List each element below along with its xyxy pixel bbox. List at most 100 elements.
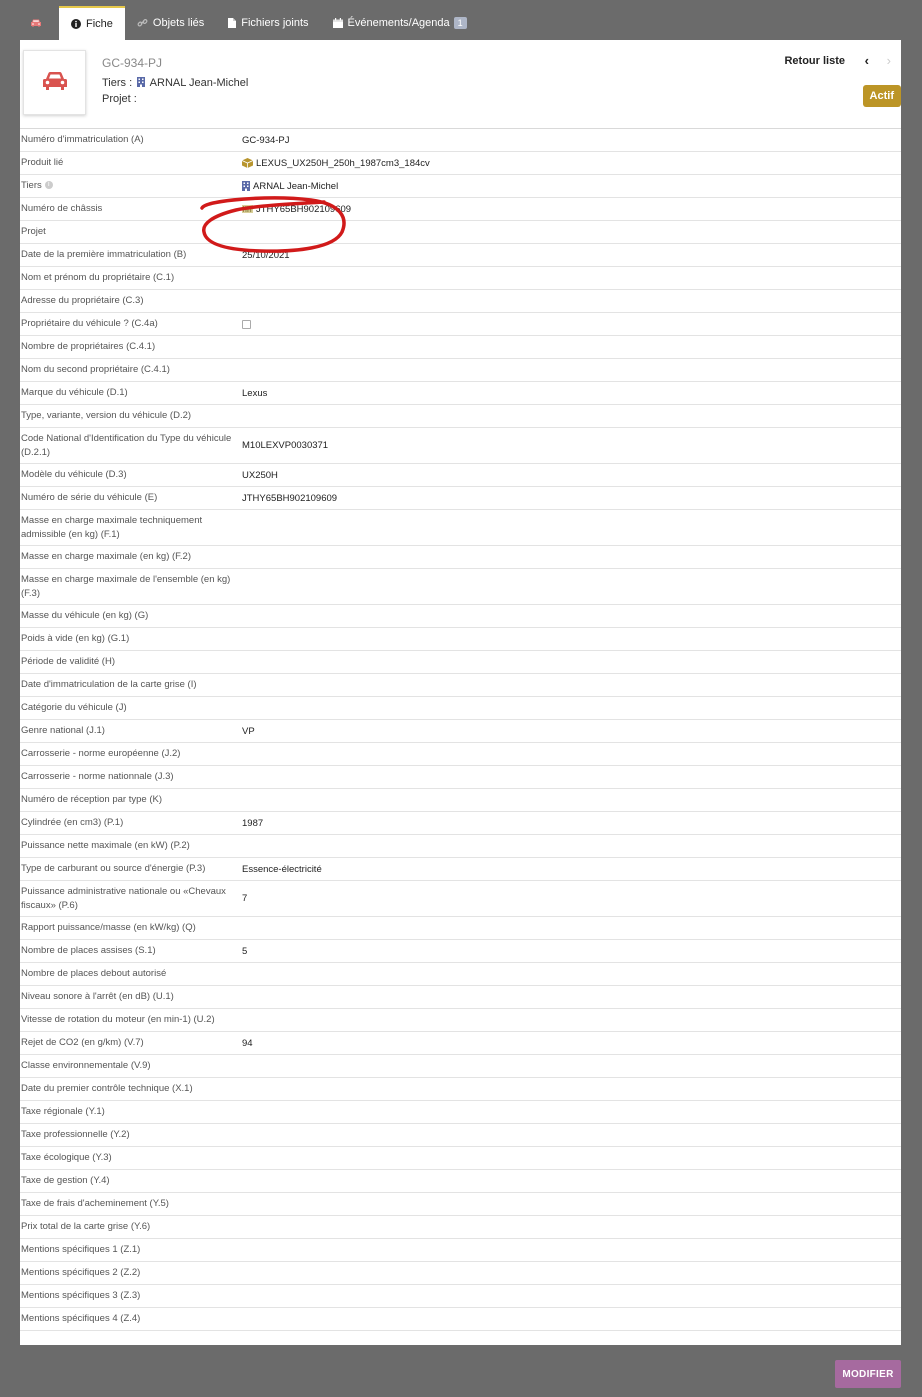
field-label-text: Numéro de châssis (21, 203, 103, 214)
field-label: Prix total de la carte grise (Y.6) (20, 1220, 242, 1234)
field-value-text: JTHY65BH902109609 (256, 203, 352, 215)
field-label-text: Taxe professionnelle (Y.2) (21, 1129, 130, 1140)
field-value-text: 1987 (242, 817, 264, 829)
car-icon (42, 70, 68, 95)
field-value: 1987 (242, 818, 901, 829)
field-label-text: Taxe de gestion (Y.4) (21, 1175, 110, 1186)
field-value: GC-934-PJ (242, 135, 901, 146)
field-label-text: Masse en charge maximale techniquement a… (21, 514, 203, 540)
field-value-text[interactable]: ARNAL Jean-Michel (253, 181, 338, 192)
field-row-type-de-carburant-ou-source-d-energie-p-: Type de carburant ou source d'énergie (P… (20, 858, 901, 881)
field-row-taxe-de-gestion-y-4: Taxe de gestion (Y.4) (20, 1170, 901, 1193)
field-label: Nombre de propriétaires (C.4.1) (20, 340, 242, 354)
field-label-text: Produit lié (21, 157, 64, 168)
field-label: Propriétaire du véhicule ? (C.4a) (20, 317, 242, 331)
previous-record-button[interactable]: ‹ (865, 53, 869, 68)
file-icon (228, 18, 237, 28)
field-label-text: Mentions spécifiques 3 (Z.3) (21, 1290, 141, 1301)
field-value: Essence-électricité (242, 864, 901, 875)
field-label-text: Propriétaire du véhicule ? (C.4a) (21, 318, 158, 329)
field-row-numero-de-serie-du-vehicule-e: Numéro de série du véhicule (E) JTHY65BH9… (20, 487, 901, 510)
owner-checkbox[interactable] (242, 319, 251, 329)
field-label: Poids à vide (en kg) (G.1) (20, 632, 242, 646)
field-label: Classe environnementale (V.9) (20, 1059, 242, 1073)
field-label: Code National d'Identification du Type d… (20, 432, 242, 460)
field-value-text[interactable]: LEXUS_UX250H_250h_1987cm3_184cv (256, 158, 430, 169)
field-label: Taxe de frais d'acheminement (Y.5) (20, 1197, 242, 1211)
field-value: JTHY65BH902109609 (242, 204, 901, 215)
field-row-masse-en-charge-maximale-en-kg-f-2: Masse en charge maximale (en kg) (F.2) (20, 546, 901, 569)
event-count-badge: 1 (453, 17, 467, 29)
field-label: Genre national (J.1) (20, 724, 242, 738)
product-cube-icon (242, 158, 253, 168)
field-label-text: Type, variante, version du véhicule (D.2… (21, 410, 192, 421)
field-label: Numéro de série du véhicule (E) (20, 491, 242, 505)
back-to-list-link[interactable]: Retour liste (784, 55, 845, 67)
field-label-text: Puissance nette maximale (en kW) (P.2) (21, 840, 190, 851)
field-label: Modèle du véhicule (D.3) (20, 468, 242, 482)
field-value-text: JTHY65BH902109609 (242, 492, 338, 504)
vehicle-photo[interactable] (23, 50, 86, 115)
field-label: Produit lié (20, 156, 242, 170)
field-row-produit-lie: Produit lié LEXUS_UX250H_250h_1987cm3_184… (20, 152, 901, 175)
field-label-text: Mentions spécifiques 1 (Z.1) (21, 1244, 141, 1255)
field-label: Nombre de places assises (S.1) (20, 944, 242, 958)
field-label: Puissance administrative nationale ou «C… (20, 885, 242, 913)
field-value: Lexus (242, 388, 901, 399)
tiers-link[interactable]: ARNAL Jean-Michel (150, 77, 249, 89)
tab-fiche[interactable]: Fiche (59, 6, 125, 40)
field-row-mentions-specifiques-1-z-1: Mentions spécifiques 1 (Z.1) (20, 1239, 901, 1262)
field-row-rapport-puissance-masse-en-kw-kg-q: Rapport puissance/masse (en kW/kg) (Q) (20, 917, 901, 940)
field-label: Date d'immatriculation de la carte grise… (20, 678, 242, 692)
field-row-taxe-regionale-y-1: Taxe régionale (Y.1) (20, 1101, 901, 1124)
tab-label: Fiche (86, 18, 113, 30)
field-label-text: Masse du véhicule (en kg) (G) (21, 610, 149, 621)
field-label-text: Taxe de frais d'acheminement (Y.5) (21, 1198, 169, 1209)
field-label-text: Adresse du propriétaire (C.3) (21, 295, 144, 306)
field-label-text: Masse en charge maximale (en kg) (F.2) (21, 551, 192, 562)
field-value (242, 319, 901, 329)
field-label: Rapport puissance/masse (en kW/kg) (Q) (20, 921, 242, 935)
info-icon (71, 19, 81, 29)
field-label-text: Nombre de propriétaires (C.4.1) (21, 341, 156, 352)
building-icon (137, 77, 146, 90)
record-ref: GC-934-PJ (102, 56, 163, 70)
field-label: Taxe professionnelle (Y.2) (20, 1128, 242, 1142)
tab-objets-lies[interactable]: Objets liés (125, 6, 216, 40)
tab-fichiers-joints[interactable]: Fichiers joints (216, 6, 320, 40)
field-label-text: Nombre de places assises (S.1) (21, 945, 156, 956)
field-row-prix-total-de-la-carte-grise-y-6: Prix total de la carte grise (Y.6) (20, 1216, 901, 1239)
modify-button[interactable]: MODIFIER (835, 1360, 901, 1388)
field-row-date-d-immatriculation-de-la-carte-grise: Date d'immatriculation de la carte grise… (20, 674, 901, 697)
field-label-text: Niveau sonore à l'arrêt (en dB) (U.1) (21, 991, 174, 1002)
field-label-text: Genre national (J.1) (21, 725, 105, 736)
tab-car[interactable] (18, 6, 59, 40)
field-label-text: Nombre de places debout autorisé (21, 968, 167, 979)
tab-label: Objets liés (152, 17, 205, 29)
field-label-text: Nom et prénom du propriétaire (C.1) (21, 272, 175, 283)
field-value-text: Lexus (242, 387, 268, 399)
building-icon (242, 181, 250, 191)
chevron-left-icon: ‹ (864, 53, 869, 68)
field-table: Numéro d'immatriculation (A) GC-934-PJ Pro… (20, 129, 901, 1331)
field-row-rejet-de-co2-en-g-km-v-7: Rejet de CO2 (en g/km) (V.7) 94 (20, 1032, 901, 1055)
header-tiers: Tiers : ARNAL Jean-Michel (102, 77, 248, 90)
field-value: JTHY65BH902109609 (242, 493, 901, 504)
record-header: GC-934-PJ Tiers : ARNAL Jean-Michel Proj… (20, 40, 901, 129)
field-value: ARNAL Jean-Michel (242, 181, 901, 192)
field-label-text: Période de validité (H) (21, 656, 115, 667)
field-value-text: GC-934-PJ (242, 134, 290, 146)
next-record-button[interactable]: › (887, 53, 891, 68)
chevron-right-icon: › (886, 53, 891, 68)
field-row-classe-environnementale-v-9: Classe environnementale (V.9) (20, 1055, 901, 1078)
info-icon[interactable]: i (44, 181, 53, 190)
field-row-projet: Projet (20, 221, 901, 244)
field-label-text: Cylindrée (en cm3) (P.1) (21, 817, 124, 828)
field-row-nombre-de-proprietaires-c-4-1: Nombre de propriétaires (C.4.1) (20, 336, 901, 359)
field-label: Date du premier contrôle technique (X.1) (20, 1082, 242, 1096)
calendar-icon (332, 18, 343, 28)
field-label: Numéro de réception par type (K) (20, 793, 242, 807)
field-value: 7 (242, 893, 901, 904)
tab-evenements-agenda[interactable]: Événements/Agenda 1 (321, 6, 479, 40)
field-label: Masse en charge maximale (en kg) (F.2) (20, 550, 242, 564)
